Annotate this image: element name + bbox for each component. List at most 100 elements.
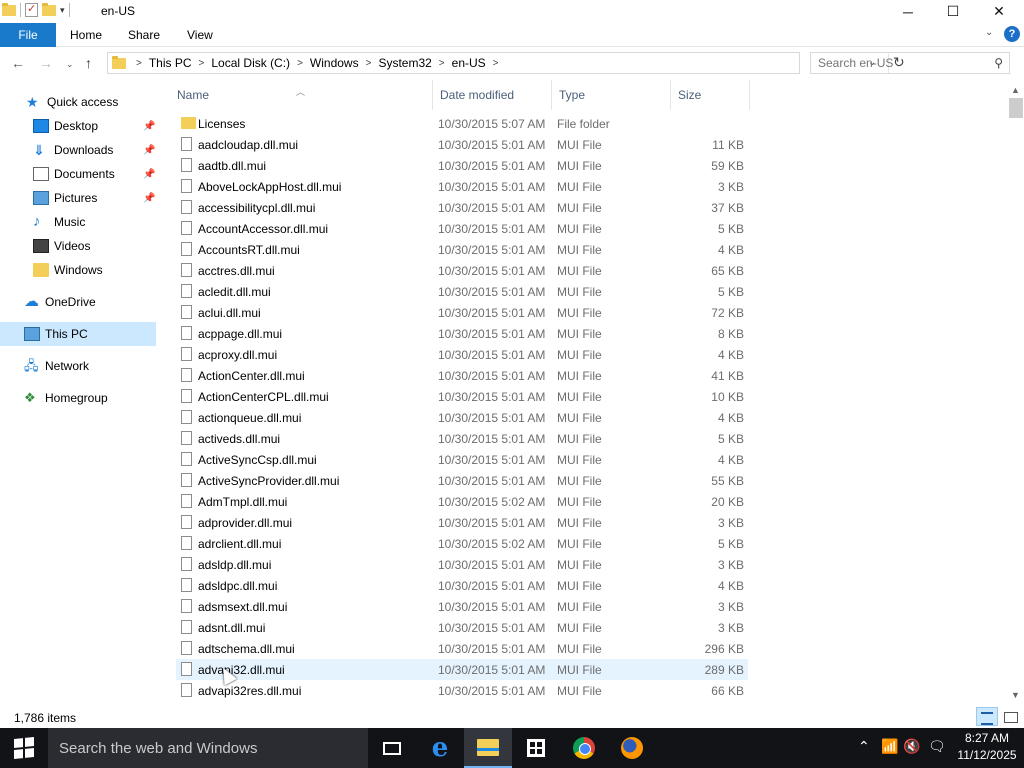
pin-icon[interactable]: 📌 (143, 121, 155, 132)
sidebar-item-homegroup[interactable]: ❖ Homegroup (0, 386, 156, 410)
table-row[interactable]: adprovider.dll.mui 10/30/2015 5:01 AM MUI … (176, 512, 748, 533)
new-folder-icon[interactable] (42, 2, 56, 16)
file-type: MUI File (557, 285, 602, 299)
scroll-thumb[interactable] (1009, 98, 1023, 118)
chrome-button[interactable] (560, 728, 608, 768)
table-row[interactable]: actionqueue.dll.mui 10/30/2015 5:01 AM MUI… (176, 407, 748, 428)
store-button[interactable] (512, 728, 560, 768)
firefox-button[interactable] (608, 728, 656, 768)
sidebar-item-music[interactable]: ♪ Music (0, 210, 156, 234)
scroll-up-icon[interactable]: ▲ (1011, 85, 1020, 95)
table-row[interactable]: acledit.dll.mui 10/30/2015 5:01 AM MUI Fil… (176, 281, 748, 302)
column-header-size[interactable]: Size (671, 80, 750, 110)
sidebar-item-desktop[interactable]: Desktop 📌 (0, 114, 156, 138)
tab-home[interactable]: Home (60, 23, 112, 47)
edge-button[interactable]: e (416, 728, 464, 768)
table-row[interactable]: acppage.dll.mui 10/30/2015 5:01 AM MUI Fil… (176, 323, 748, 344)
minimize-button[interactable]: ─ (885, 0, 931, 23)
sidebar-item-videos[interactable]: Videos (0, 234, 156, 258)
properties-icon[interactable] (25, 2, 38, 17)
sidebar-item-windows[interactable]: Windows (0, 258, 156, 282)
breadcrumb-separator[interactable]: > (195, 58, 209, 69)
table-row[interactable]: acproxy.dll.mui 10/30/2015 5:01 AM MUI Fil… (176, 344, 748, 365)
table-row[interactable]: ActionCenter.dll.mui 10/30/2015 5:01 AM MU… (176, 365, 748, 386)
vertical-scrollbar[interactable]: ▲ ▼ (1008, 80, 1024, 705)
tab-share[interactable]: Share (118, 23, 170, 47)
table-row[interactable]: adsmsext.dll.mui 10/30/2015 5:01 AM MUI Fi… (176, 596, 748, 617)
breadcrumb-separator[interactable]: > (435, 58, 449, 69)
table-row[interactable]: adsnt.dll.mui 10/30/2015 5:01 AM MUI File 3… (176, 617, 748, 638)
sidebar-item-network[interactable]: 🖧 Network (0, 354, 156, 378)
table-row[interactable]: activeds.dll.mui 10/30/2015 5:01 AM MUI Fi… (176, 428, 748, 449)
table-row[interactable]: adtschema.dll.mui 10/30/2015 5:01 AM MUI F… (176, 638, 748, 659)
table-row[interactable]: advapi32.dll.mui 10/30/2015 5:01 AM MUI Fi… (176, 659, 748, 680)
volume-muted-icon[interactable]: 🔇 (903, 738, 920, 755)
customize-toolbar-icon[interactable]: ▾ (60, 5, 65, 16)
table-row[interactable]: Licenses 10/30/2015 5:07 AM File folder (176, 113, 748, 134)
sidebar-item-downloads[interactable]: ⇓ Downloads 📌 (0, 138, 156, 162)
table-row[interactable]: AboveLockAppHost.dll.mui 10/30/2015 5:01 … (176, 176, 748, 197)
table-row[interactable]: aadtb.dll.mui 10/30/2015 5:01 AM MUI File 5… (176, 155, 748, 176)
pin-icon[interactable]: 📌 (143, 145, 155, 156)
maximize-button[interactable]: ☐ (930, 0, 976, 23)
address-bar[interactable]: > This PC > Local Disk (C:) > Windows > … (107, 52, 905, 74)
sidebar-item-onedrive[interactable]: ☁ OneDrive (0, 290, 156, 314)
search-icon[interactable]: ⚲ (994, 56, 1003, 70)
search-input[interactable] (811, 53, 981, 73)
task-view-button[interactable] (368, 728, 416, 768)
table-row[interactable]: aadcloudap.dll.mui 10/30/2015 5:01 AM MUI … (176, 134, 748, 155)
file-explorer-button[interactable] (464, 728, 512, 768)
table-row[interactable]: AdmTmpl.dll.mui 10/30/2015 5:02 AM MUI Fil… (176, 491, 748, 512)
sidebar-item-quick-access[interactable]: ★ Quick access (0, 90, 156, 114)
details-view-button[interactable] (976, 707, 998, 726)
column-header-name[interactable]: Name ︿ (170, 80, 433, 110)
taskbar-search-box[interactable]: Search the web and Windows (48, 728, 368, 768)
breadcrumb-en-us[interactable]: en-US (449, 56, 489, 70)
up-button[interactable]: ↑ (85, 55, 92, 71)
table-row[interactable]: ActiveSyncCsp.dll.mui 10/30/2015 5:01 AM M… (176, 449, 748, 470)
breadcrumb-system32[interactable]: System32 (375, 56, 434, 70)
sidebar-item-pictures[interactable]: Pictures 📌 (0, 186, 156, 210)
start-button[interactable] (0, 728, 48, 768)
table-row[interactable]: ActionCenterCPL.dll.mui 10/30/2015 5:01 A… (176, 386, 748, 407)
clock[interactable]: 8:27 AM 11/12/2025 (950, 730, 1024, 764)
breadcrumb-separator[interactable]: > (362, 58, 376, 69)
table-row[interactable]: adsldp.dll.mui 10/30/2015 5:01 AM MUI File… (176, 554, 748, 575)
large-icons-view-button[interactable] (1001, 707, 1021, 726)
help-icon[interactable]: ? (1004, 26, 1020, 42)
network-tray-icon[interactable]: 📶 (881, 738, 898, 755)
table-row[interactable]: adsldpc.dll.mui 10/30/2015 5:01 AM MUI Fil… (176, 575, 748, 596)
table-row[interactable]: accessibilitycpl.dll.mui 10/30/2015 5:01 … (176, 197, 748, 218)
recent-locations-button[interactable]: ⌄ (66, 59, 74, 70)
scroll-down-icon[interactable]: ▼ (1011, 690, 1020, 700)
sidebar-item-this-pc[interactable]: This PC (0, 322, 156, 346)
table-row[interactable]: adrclient.dll.mui 10/30/2015 5:02 AM MUI F… (176, 533, 748, 554)
table-row[interactable]: aclui.dll.mui 10/30/2015 5:01 AM MUI File 7… (176, 302, 748, 323)
close-button[interactable]: ✕ (976, 0, 1022, 23)
breadcrumb-local-disk[interactable]: Local Disk (C:) (208, 56, 293, 70)
column-header-date[interactable]: Date modified (433, 80, 552, 110)
sidebar-item-documents[interactable]: Documents 📌 (0, 162, 156, 186)
breadcrumb-windows[interactable]: Windows (307, 56, 362, 70)
show-hidden-icons-icon[interactable]: ⌃ (858, 738, 870, 755)
back-button[interactable]: ← (11, 55, 25, 71)
action-center-icon[interactable]: 🗨 (928, 738, 946, 755)
table-row[interactable]: advapi32res.dll.mui 10/30/2015 5:01 AM MUI… (176, 680, 748, 701)
tab-file[interactable]: File (0, 23, 56, 47)
table-row[interactable]: AccountAccessor.dll.mui 10/30/2015 5:01 A… (176, 218, 748, 239)
search-box[interactable]: ⚲ (810, 52, 1010, 74)
forward-button[interactable]: → (39, 55, 53, 71)
expand-ribbon-icon[interactable]: ⌄ (985, 27, 993, 38)
table-row[interactable]: AccountsRT.dll.mui 10/30/2015 5:01 AM MUI … (176, 239, 748, 260)
table-row[interactable]: ActiveSyncProvider.dll.mui 10/30/2015 5:0… (176, 470, 748, 491)
breadcrumb-separator[interactable]: > (489, 58, 503, 69)
tab-view[interactable]: View (177, 23, 223, 47)
pin-icon[interactable]: 📌 (143, 193, 155, 204)
clock-time: 8:27 AM (964, 731, 1010, 745)
column-header-type[interactable]: Type (552, 80, 671, 110)
table-row[interactable]: acctres.dll.mui 10/30/2015 5:01 AM MUI Fil… (176, 260, 748, 281)
breadcrumb-separator[interactable]: > (132, 58, 146, 69)
pin-icon[interactable]: 📌 (143, 169, 155, 180)
breadcrumb-separator[interactable]: > (293, 58, 307, 69)
breadcrumb-this-pc[interactable]: This PC (146, 56, 195, 70)
